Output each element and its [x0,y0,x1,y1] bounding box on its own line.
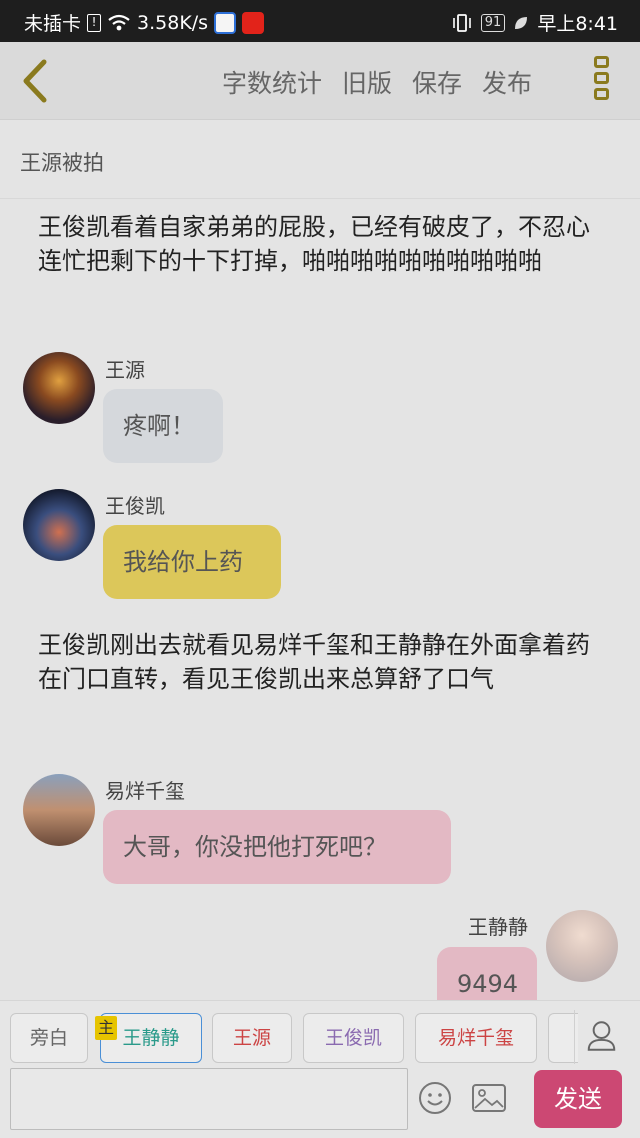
narration-paragraph: 王俊凯看着自家弟弟的屁股，已经有破皮了，不忍心连忙把剩下的十下打掉，啪啪啪啪啪啪… [38,213,590,275]
avatar-wang-jingjing[interactable] [546,910,618,982]
save-button[interactable]: 保存 [412,64,462,100]
role-chip-wang-yuan[interactable]: 王源 [212,1013,292,1063]
old-version-button[interactable]: 旧版 [342,64,392,100]
speaker-name: 易烊千玺 [105,779,185,803]
chat-bubble[interactable]: 大哥，你没把他打死吧？ [103,810,451,884]
avatar-wang-junkai[interactable] [23,489,95,561]
word-count-button[interactable]: 字数统计 [222,64,322,100]
sim-alert-icon: ! [87,13,102,32]
role-chip-narrator[interactable]: 旁白 [10,1013,88,1063]
speaker-name: 王俊凯 [105,494,165,518]
speaker-name: 王源 [105,358,145,382]
publish-button[interactable]: 发布 [482,64,532,100]
chat-bubble[interactable]: 我给你上药 [103,525,281,599]
editor-toolbar: 字数统计 旧版 保存 发布 [0,42,640,120]
send-button[interactable]: 发送 [534,1070,622,1128]
narration-paragraph: 王俊凯刚出去就看见易烊千玺和王静静在外面拿着药在门口直转，看见王俊凯出来总算舒了… [38,631,590,693]
role-chip-wang-junkai[interactable]: 王俊凯 [303,1013,404,1063]
chapter-title-row[interactable]: 王源被拍 [0,121,640,199]
person-icon[interactable] [574,1010,628,1064]
network-speed: 3.58K/s [137,11,209,34]
speaker-name: 王静静 [468,915,528,939]
avatar-wang-yuan[interactable] [23,352,95,424]
role-chip-yi-yangqianxi[interactable]: 易烊千玺 [415,1013,537,1063]
chat-bubble[interactable]: 9494 [437,947,537,1000]
battery-level: 91 [480,13,506,32]
clock: 早上8:41 [537,13,618,35]
leaf-icon [515,16,528,29]
more-menu-icon[interactable] [594,56,614,106]
chapter-title: 王源被拍 [20,151,104,175]
message-input[interactable] [10,1068,408,1130]
shopping-app-icon [242,11,265,34]
carrier-label: 未插卡 [24,13,82,35]
message-input-bar: 发送 [0,1064,640,1138]
vibrate-icon [452,13,471,32]
avatar-yi-yangqianxi[interactable] [23,774,95,846]
chat-bubble[interactable]: 疼啊！ [103,389,223,463]
wifi-icon [108,14,130,30]
back-arrow-icon[interactable] [14,56,54,106]
baidu-app-icon [214,11,237,34]
main-role-badge: 主 [95,1016,117,1040]
image-icon[interactable] [472,1084,506,1112]
status-bar: 未插卡 ! 3.58K/s 91 早上8:41 [0,0,640,42]
emoji-icon[interactable] [418,1081,452,1115]
